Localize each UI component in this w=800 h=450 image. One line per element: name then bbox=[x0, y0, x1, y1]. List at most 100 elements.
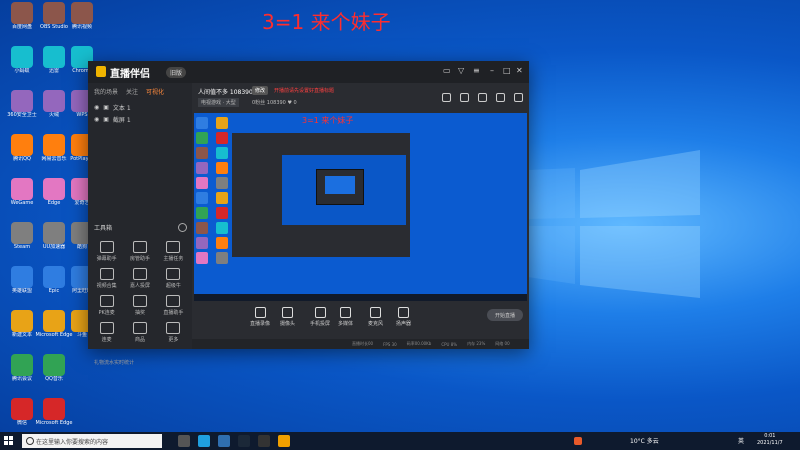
toolbar-button[interactable]: 摄像头 bbox=[280, 307, 295, 327]
tool-item[interactable]: 视频合集 bbox=[90, 268, 123, 289]
desktop-icon[interactable]: QQ音乐 bbox=[34, 354, 74, 394]
tool-item[interactable]: 更多 bbox=[157, 322, 190, 343]
tool-item[interactable]: 主播任务 bbox=[157, 241, 190, 262]
close-icon[interactable]: ✕ bbox=[516, 66, 523, 75]
toolbar-button[interactable]: 麦克风 bbox=[368, 307, 383, 327]
message-icon[interactable]: ▭ bbox=[443, 66, 451, 75]
tool-item[interactable]: 直播助手 bbox=[157, 295, 190, 316]
tab-visual[interactable]: 可视化 bbox=[146, 87, 164, 96]
app-icon bbox=[11, 310, 33, 332]
toolbar-icon bbox=[314, 307, 326, 318]
toolbar-label: 摄像头 bbox=[280, 321, 296, 327]
preview-icon bbox=[196, 237, 208, 249]
tab-my-scenes[interactable]: 我的场景 bbox=[94, 87, 118, 96]
version-badge[interactable]: 旧版 bbox=[166, 67, 187, 78]
tool-label: 连麦 bbox=[101, 337, 112, 343]
edge-taskbar-icon[interactable] bbox=[198, 435, 210, 447]
maximize-icon[interactable]: □ bbox=[503, 66, 511, 75]
desktop-icon-label: 腾讯视频 bbox=[71, 24, 92, 30]
eye-icon[interactable]: ◉ bbox=[94, 116, 99, 123]
camera-icon[interactable] bbox=[478, 93, 487, 102]
ime-indicator[interactable]: 英 bbox=[738, 436, 744, 445]
clock-time: 0:01 bbox=[764, 433, 776, 439]
sidebar-footer[interactable]: 礼物流水实时统计 bbox=[94, 359, 134, 366]
tool-item[interactable]: PK连麦 bbox=[90, 295, 123, 316]
preview-overlay-text: 3=1 来个妹子 bbox=[302, 116, 354, 125]
category-tag[interactable]: 电视游戏 · 大型 bbox=[198, 98, 239, 107]
tool-icon bbox=[166, 295, 181, 307]
app-taskbar-icon[interactable] bbox=[218, 435, 230, 447]
preview-icon bbox=[215, 147, 228, 159]
app-name: 直播伴侣 bbox=[110, 69, 150, 80]
preview-icon bbox=[215, 117, 228, 129]
lock-icon[interactable]: ▣ bbox=[103, 116, 109, 123]
lock-icon[interactable]: ▣ bbox=[103, 104, 109, 111]
tool-label: PK连麦 bbox=[98, 310, 115, 316]
toolbar-icon bbox=[282, 307, 293, 318]
weather[interactable]: 10°C 多云 bbox=[630, 436, 659, 445]
preview-icon bbox=[196, 207, 208, 219]
tool-item[interactable]: 连麦 bbox=[90, 322, 123, 343]
steam-taskbar-icon[interactable] bbox=[238, 435, 250, 447]
scene-label: 文本 1 bbox=[112, 105, 131, 112]
tray-app-icon[interactable] bbox=[574, 437, 582, 445]
toolbar-button[interactable]: 扬声器 bbox=[396, 307, 411, 327]
status-item: 码率00.00Kb bbox=[406, 341, 432, 346]
desktop-icon[interactable]: 腾讯视频 bbox=[62, 2, 102, 42]
toolbar-button[interactable]: 直播录像 bbox=[250, 307, 270, 327]
recursive-preview bbox=[282, 155, 406, 225]
scene-item[interactable]: ◉ ▣ 文本 1 bbox=[94, 103, 131, 112]
window-titlebar[interactable]: 直播伴侣 旧版 ▭ ▽ ≡ – □ ✕ bbox=[88, 61, 529, 83]
scene-item[interactable]: ◉ ▣ 截屏 1 bbox=[94, 115, 131, 124]
preview-icon bbox=[215, 222, 228, 234]
toolbar-icon bbox=[370, 307, 381, 318]
preview-icon bbox=[196, 192, 208, 204]
room-title: 人间值不多 108390 bbox=[198, 89, 253, 96]
toolbar-label: 手机投屏 bbox=[310, 321, 331, 327]
windows-start-icon[interactable] bbox=[4, 436, 14, 446]
bell-icon[interactable] bbox=[496, 93, 505, 102]
tool-item[interactable]: 弹幕助手 bbox=[90, 241, 123, 262]
app-icon bbox=[11, 178, 33, 200]
recursive-preview-2 bbox=[325, 176, 355, 194]
clock[interactable]: 0:01 2021/11/7 bbox=[757, 433, 783, 447]
share-icon[interactable] bbox=[514, 93, 523, 102]
app-icon bbox=[43, 354, 65, 376]
tool-item[interactable]: 商品 bbox=[123, 322, 156, 343]
tool-label: 直播助手 bbox=[163, 310, 184, 316]
tool-item[interactable]: 超级牛 bbox=[157, 268, 190, 289]
tool-item[interactable]: 嘉人投屏 bbox=[123, 268, 156, 289]
minimize-icon[interactable]: – bbox=[490, 66, 494, 75]
toolbar-button[interactable]: 手机投屏 bbox=[310, 307, 330, 327]
taskview-icon[interactable] bbox=[178, 435, 190, 447]
tool-item[interactable]: 抽奖 bbox=[123, 295, 156, 316]
shirt-icon[interactable]: ▽ bbox=[458, 66, 464, 75]
menu-icon[interactable]: ≡ bbox=[473, 66, 480, 75]
title-warning: 开播前请先设置好直播标题 bbox=[274, 88, 335, 94]
tool-item[interactable]: 房管助手 bbox=[123, 241, 156, 262]
room-header: 人间值不多 108390 修改 开播前请先设置好直播标题 电视游戏 · 大型 0… bbox=[192, 83, 529, 111]
taskbar-search[interactable]: 在这里输入你要搜索的内容 bbox=[22, 434, 162, 448]
preview-icon bbox=[196, 132, 208, 144]
toolbar-icon bbox=[340, 307, 351, 318]
live-taskbar-icon[interactable] bbox=[278, 435, 290, 447]
toolbox-settings-icon[interactable] bbox=[178, 223, 187, 232]
start-live-button[interactable]: 开始直播 bbox=[487, 309, 523, 321]
tool-icon bbox=[99, 241, 114, 253]
tab-follow[interactable]: 关注 bbox=[126, 87, 138, 96]
preview-desktop-icons bbox=[196, 117, 232, 264]
app-icon bbox=[11, 134, 33, 156]
lock-icon[interactable] bbox=[460, 93, 469, 102]
toolbar-icon bbox=[254, 307, 266, 318]
bottom-toolbar: 开始直播 直播录像 摄像头 手机投屏 多媒体 麦克风 扬声器 bbox=[192, 301, 529, 339]
sidebar-tabs: 我的场景 关注 可视化 bbox=[94, 87, 164, 96]
toolbar-button[interactable]: 多媒体 bbox=[338, 307, 353, 327]
record-icon[interactable] bbox=[442, 93, 451, 102]
tool-icon bbox=[166, 268, 181, 280]
edit-button[interactable]: 修改 bbox=[252, 86, 269, 95]
live-assistant-window: 直播伴侣 旧版 ▭ ▽ ≡ – □ ✕ 我的场景 关注 可视化 ◉ ▣ 文本 1 … bbox=[88, 61, 529, 366]
eye-icon[interactable]: ◉ bbox=[94, 104, 99, 111]
obs-taskbar-icon[interactable] bbox=[258, 435, 270, 447]
stream-preview[interactable]: 3=1 来个妹子 bbox=[194, 113, 527, 301]
app-icon bbox=[11, 90, 33, 112]
